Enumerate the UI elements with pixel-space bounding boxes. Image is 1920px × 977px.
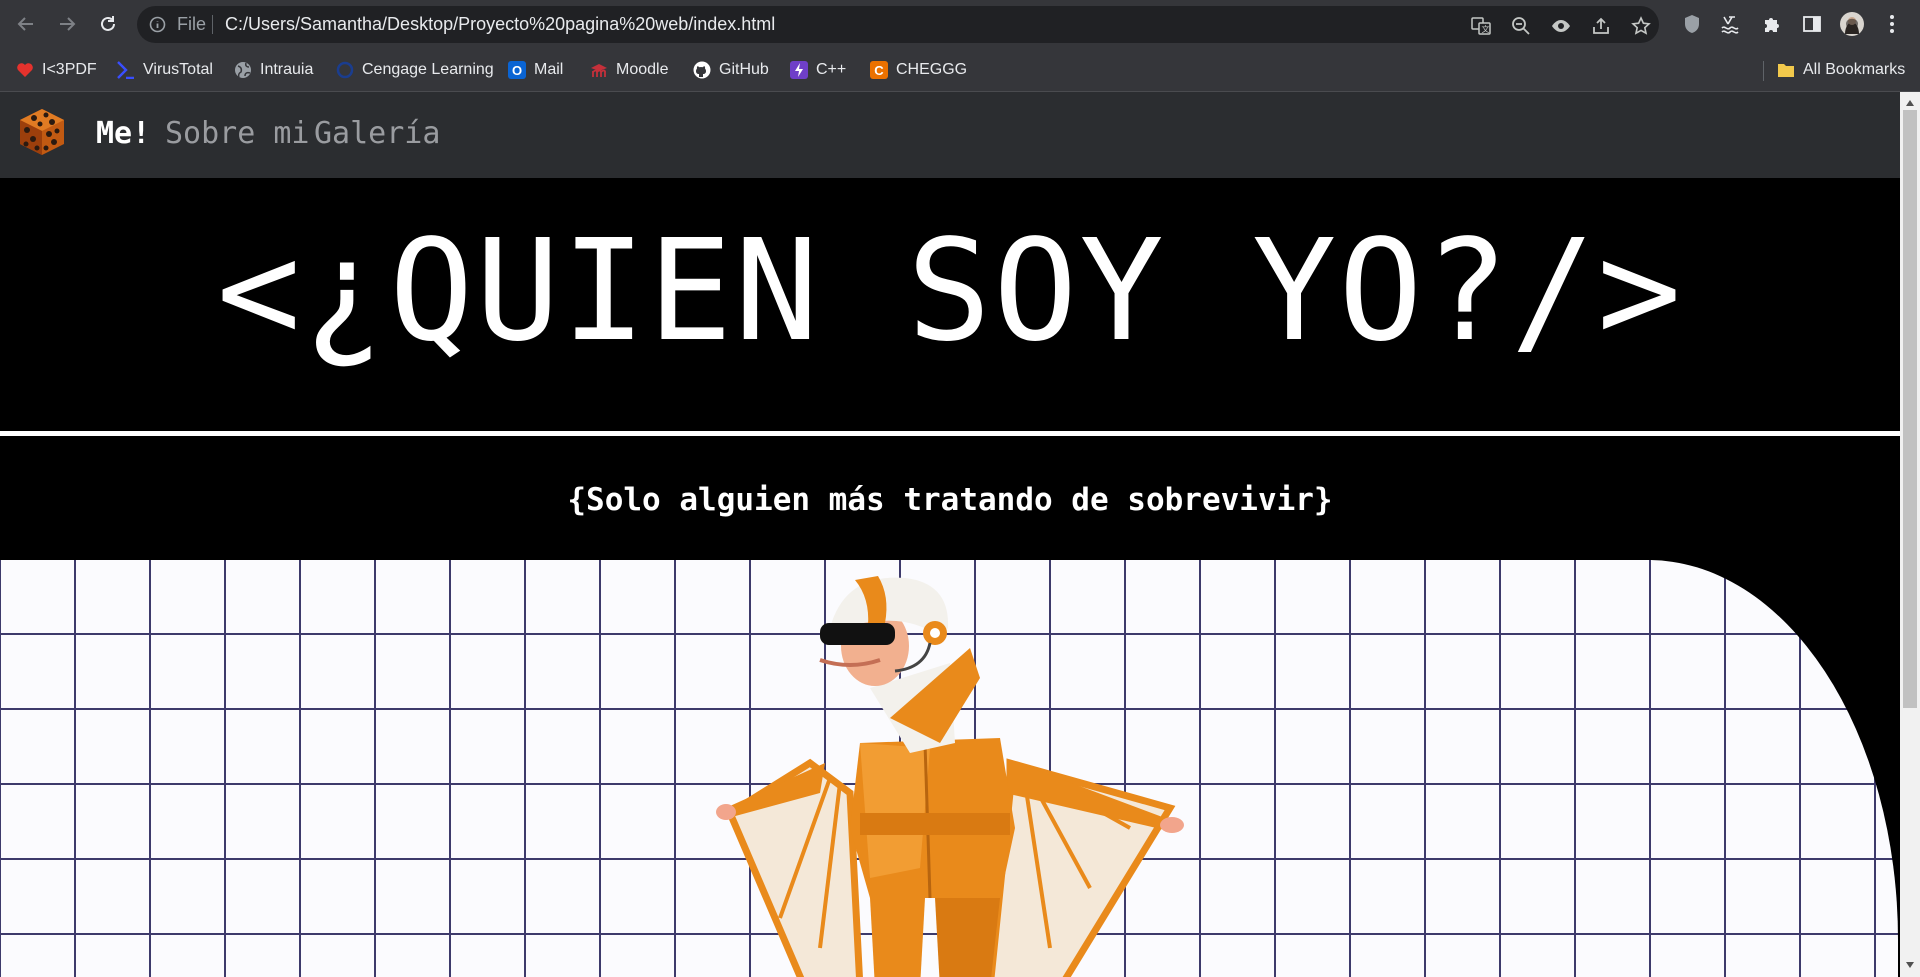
hero-subtitle: {Solo alguien más tratando de sobrevivir… xyxy=(567,482,1333,518)
reload-icon xyxy=(101,16,115,31)
side-panel-icon[interactable] xyxy=(1800,12,1824,36)
all-bookmarks-label: All Bookmarks xyxy=(1803,61,1906,78)
folder-icon xyxy=(1777,61,1795,79)
bookmark-label: Cengage Learning xyxy=(362,61,494,78)
bookmark-label: I<3PDF xyxy=(42,61,97,78)
menu-kebab-icon[interactable] xyxy=(1880,12,1904,36)
bookmark-label: C++ xyxy=(816,61,847,78)
hero-title: <¿QUIEN SOY YO?/> xyxy=(216,210,1684,373)
omnibox-divider xyxy=(212,15,213,34)
logo-cube-icon[interactable] xyxy=(16,106,68,158)
nav-link-galeria[interactable]: Galería xyxy=(314,116,440,151)
reload-button[interactable] xyxy=(94,10,122,38)
shield-extension-icon[interactable] xyxy=(1680,12,1704,36)
globe-icon xyxy=(234,61,252,79)
bookmark-label: Moodle xyxy=(616,61,669,78)
bookmark-label: VirusTotal xyxy=(143,61,213,78)
github-icon xyxy=(693,61,711,79)
cpp-icon xyxy=(790,61,808,79)
bookmark-github[interactable]: GitHub xyxy=(693,57,769,83)
chegg-icon: C xyxy=(870,61,888,79)
bookmark-label: Mail xyxy=(534,61,564,78)
bookmark-moodle[interactable]: Moodle xyxy=(590,57,668,83)
info-icon[interactable] xyxy=(149,16,166,38)
brand-link[interactable]: Me! xyxy=(96,116,150,151)
extensions-puzzle-icon[interactable] xyxy=(1760,12,1784,36)
address-bar[interactable]: File C:/Users/Samantha/Desktop/Proyecto%… xyxy=(137,6,1659,43)
scrollbar-thumb[interactable] xyxy=(1903,110,1917,708)
bookmark-virustotal[interactable]: VirusTotal xyxy=(117,57,213,83)
arrow-left-icon xyxy=(17,17,33,31)
page-content: Me! Sobre mi Galería <¿QUIEN SOY YO?/> {… xyxy=(0,92,1900,977)
share-icon[interactable] xyxy=(1591,16,1611,36)
heart-pdf-icon xyxy=(16,61,34,79)
cengage-icon xyxy=(336,61,354,79)
url-text[interactable]: C:/Users/Samantha/Desktop/Proyecto%20pag… xyxy=(225,14,775,35)
all-bookmarks-button[interactable]: All Bookmarks xyxy=(1777,57,1905,83)
svg-text:文: 文 xyxy=(1482,24,1490,34)
bookmark-intrauia[interactable]: Intrauia xyxy=(234,57,313,83)
browser-toolbar: File C:/Users/Samantha/Desktop/Proyecto%… xyxy=(0,0,1920,49)
outlook-icon: O xyxy=(508,61,526,79)
site-navbar: Me! Sobre mi Galería xyxy=(0,92,1900,178)
bookmark-label: GitHub xyxy=(719,61,769,78)
bookmark-mail[interactable]: O Mail xyxy=(508,57,563,83)
profile-avatar[interactable] xyxy=(1840,12,1864,36)
bookmarks-divider xyxy=(1763,61,1764,81)
hero-divider xyxy=(0,431,1900,436)
character-illustration xyxy=(716,576,1184,977)
bookmarks-bar: I<3PDF VirusTotal Intrauia Cengage Learn… xyxy=(0,49,1920,92)
bookmark-cengage[interactable]: Cengage Learning xyxy=(336,57,494,83)
scroll-down-arrow-icon[interactable] xyxy=(1903,958,1917,972)
scheme-label: File xyxy=(177,14,207,34)
bookmark-chegg[interactable]: C CHEGGG xyxy=(870,57,967,83)
scroll-up-arrow-icon[interactable] xyxy=(1903,96,1917,110)
eye-icon[interactable] xyxy=(1551,16,1571,36)
bookmark-ilovepdf[interactable]: I<3PDF xyxy=(16,57,97,83)
back-button[interactable] xyxy=(12,10,40,38)
forward-button[interactable] xyxy=(53,10,81,38)
moodle-icon xyxy=(590,61,608,79)
bookmark-label: CHEGGG xyxy=(896,61,968,78)
nav-link-sobre-mi[interactable]: Sobre mi xyxy=(165,116,310,151)
bookmark-cpp[interactable]: C++ xyxy=(790,57,846,83)
bookmark-label: Intrauia xyxy=(260,61,314,78)
wave-extension-icon[interactable] xyxy=(1720,12,1744,36)
star-icon[interactable] xyxy=(1631,16,1651,36)
translate-icon[interactable]: 文 xyxy=(1471,16,1491,36)
virustotal-icon xyxy=(117,61,135,79)
zoom-out-icon[interactable] xyxy=(1511,16,1531,36)
arrow-right-icon xyxy=(60,17,76,31)
